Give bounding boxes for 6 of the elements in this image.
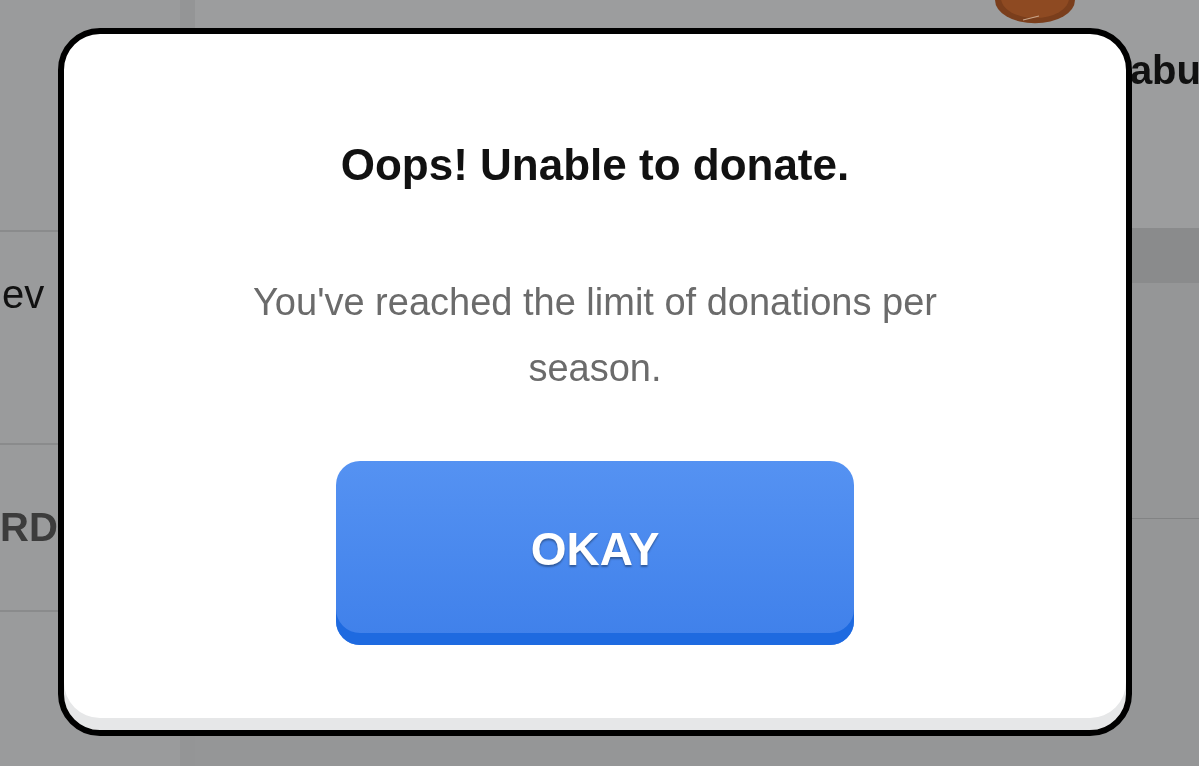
label-text: ev	[2, 272, 45, 317]
dialog-title: Oops! Unable to donate.	[340, 140, 850, 190]
user-name: abu	[1129, 48, 1199, 93]
label-text: RD	[0, 505, 58, 550]
okay-button[interactable]: OKAY	[336, 461, 854, 645]
dialog-message: You've reached the limit of donations per season.	[252, 280, 938, 391]
